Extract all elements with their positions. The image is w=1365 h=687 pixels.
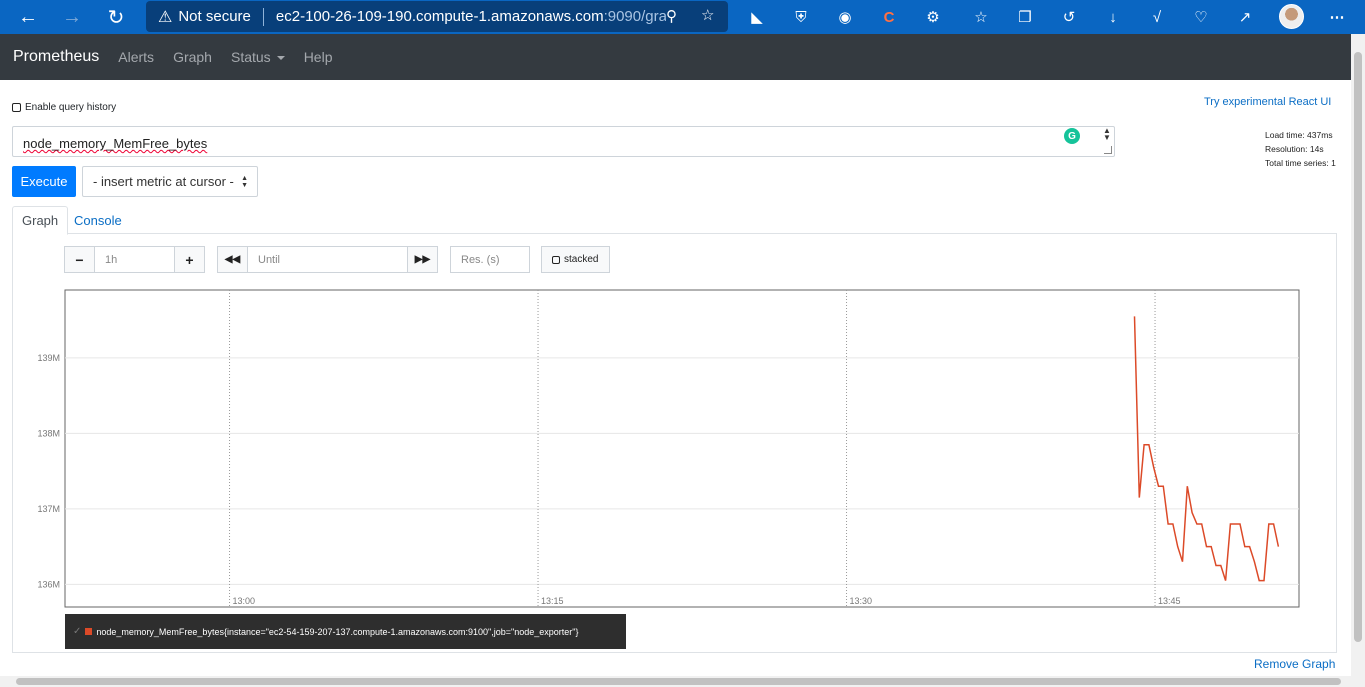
- collections-icon[interactable]: ❐: [1014, 6, 1036, 28]
- download-icon[interactable]: ↓: [1102, 6, 1124, 28]
- math-solver-icon[interactable]: √: [1146, 6, 1168, 28]
- nav-alerts[interactable]: Alerts: [118, 49, 154, 65]
- zoom-icon[interactable]: ⚲: [666, 7, 677, 25]
- until-control: ◀◀ Until ▶▶: [217, 246, 438, 273]
- total-series: Total time series: 1: [1265, 158, 1336, 168]
- more-icon[interactable]: ⋯: [1326, 6, 1348, 28]
- favorites-icon[interactable]: ☆: [970, 6, 992, 28]
- vertical-scrollbar[interactable]: [1351, 34, 1365, 687]
- until-input[interactable]: Until: [248, 247, 407, 272]
- resolution-placeholder: Res. (s): [461, 253, 500, 266]
- fast-forward-icon[interactable]: ▶▶: [407, 247, 437, 272]
- chevron-down-icon: [276, 56, 285, 61]
- select-arrows-icon: ▲ ▼: [241, 175, 248, 189]
- range-control: − 1h +: [64, 246, 205, 273]
- legend-swatch: [85, 628, 93, 635]
- browser-essentials-icon[interactable]: ♡: [1190, 6, 1212, 28]
- legend-label[interactable]: node_memory_MemFree_bytes{instance="ec2-…: [96, 627, 578, 637]
- warning-icon: ⚠: [158, 8, 173, 26]
- remove-graph-link[interactable]: Remove Graph: [1254, 657, 1335, 671]
- nav-help[interactable]: Help: [304, 49, 333, 65]
- address-separator: [262, 7, 264, 26]
- rewind-icon[interactable]: ◀◀: [218, 247, 248, 272]
- expression-input[interactable]: node_memory_MemFree_bytes G ▲ ▼: [12, 126, 1115, 157]
- tab-console[interactable]: Console: [65, 206, 131, 234]
- avatar[interactable]: [1279, 4, 1304, 29]
- url-path: :9090/gra...: [603, 8, 666, 25]
- stacked-checkbox-icon: [552, 255, 560, 264]
- shield-extension-icon[interactable]: ⛨: [790, 6, 812, 28]
- grammarly-icon[interactable]: G: [1064, 128, 1080, 144]
- brand-title[interactable]: Prometheus: [13, 48, 99, 66]
- puzzle-extension-icon[interactable]: ⚙: [922, 6, 944, 28]
- decrease-range-button[interactable]: −: [65, 247, 95, 272]
- share-icon[interactable]: ↗: [1234, 6, 1256, 28]
- forward-icon[interactable]: →: [50, 0, 94, 34]
- nav-graph[interactable]: Graph: [173, 49, 212, 65]
- query-history-label: Enable query history: [25, 102, 117, 113]
- favorite-add-icon[interactable]: ☆: [701, 6, 714, 24]
- expression-text[interactable]: node_memory_MemFree_bytes: [23, 136, 207, 151]
- metric-select[interactable]: - insert metric at cursor - ▲ ▼: [82, 166, 258, 197]
- legend-check-icon[interactable]: ✓: [73, 626, 81, 637]
- stacked-button[interactable]: stacked: [541, 246, 610, 273]
- graph-panel: [12, 233, 1337, 653]
- resolution-input[interactable]: Res. (s): [450, 246, 530, 273]
- nav-status[interactable]: Status: [231, 49, 285, 65]
- c-extension-icon[interactable]: C: [878, 6, 900, 28]
- execute-button[interactable]: Execute: [12, 166, 76, 197]
- horizontal-scrollbar[interactable]: [0, 676, 1351, 687]
- stacked-label: stacked: [564, 254, 599, 265]
- chart-legend: ✓ node_memory_MemFree_bytes{instance="ec…: [65, 614, 626, 649]
- spinner-arrows-icon[interactable]: ▲ ▼: [1103, 127, 1111, 142]
- browser-toolbar: ← → ↻ ⚠ Not secure ec2-100-26-109-190.co…: [0, 0, 1365, 34]
- refresh-icon[interactable]: ↻: [94, 0, 138, 34]
- color-extension-icon[interactable]: ◉: [834, 6, 856, 28]
- horizontal-scrollbar-thumb[interactable]: [16, 678, 1341, 685]
- address-bar[interactable]: ⚠ Not secure ec2-100-26-109-190.compute-…: [146, 1, 728, 32]
- resize-handle[interactable]: [1104, 146, 1112, 154]
- load-time: Load time: 437ms: [1265, 130, 1333, 140]
- security-label: Not secure: [178, 8, 251, 25]
- history-icon[interactable]: ↺: [1058, 6, 1080, 28]
- vertical-scrollbar-thumb[interactable]: [1354, 52, 1362, 642]
- extension-tool-icon[interactable]: ◣: [746, 6, 768, 28]
- metric-select-value: - insert metric at cursor -: [93, 174, 234, 189]
- checkbox-icon[interactable]: [12, 103, 21, 112]
- react-ui-link[interactable]: Try experimental React UI: [1204, 96, 1331, 108]
- nav-status-label: Status: [230, 49, 271, 65]
- query-stats: Load time: 437ms Resolution: 14s Total t…: [1265, 128, 1336, 170]
- app-navbar: Prometheus Alerts Graph Status Help: [0, 34, 1351, 80]
- back-icon[interactable]: ←: [6, 0, 50, 34]
- query-history-toggle[interactable]: Enable query history: [12, 102, 116, 113]
- range-input[interactable]: 1h: [95, 247, 174, 272]
- increase-range-button[interactable]: +: [174, 247, 204, 272]
- url-text: ec2-100-26-109-190.compute-1.amazonaws.c…: [276, 8, 666, 25]
- resolution: Resolution: 14s: [1265, 144, 1324, 154]
- tab-graph[interactable]: Graph: [12, 206, 69, 235]
- tab-bar: Graph Console: [12, 206, 1337, 235]
- url-host: ec2-100-26-109-190.compute-1.amazonaws.c…: [275, 8, 604, 25]
